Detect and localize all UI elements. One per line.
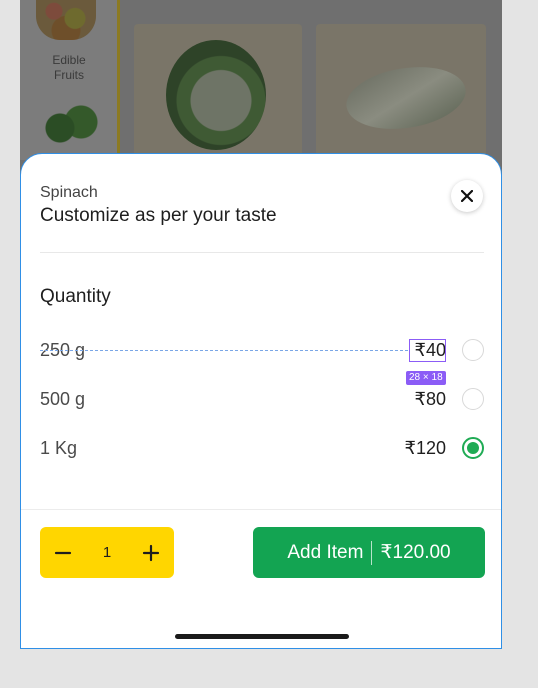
close-icon xyxy=(461,190,473,202)
add-item-label: Add Item xyxy=(287,541,364,563)
home-indicator xyxy=(175,634,349,639)
customize-bottom-sheet: Spinach Customize as per your taste Quan… xyxy=(20,153,502,649)
sidebar-active-indicator xyxy=(117,0,120,160)
quantity-stepper: 1 xyxy=(40,527,174,578)
endive-image xyxy=(341,56,471,140)
inspect-highlight-box xyxy=(409,339,446,362)
peas-image xyxy=(32,98,102,158)
product-card-endive[interactable] xyxy=(316,24,486,164)
minus-icon xyxy=(54,551,72,554)
sheet-title: Customize as per your taste xyxy=(40,205,277,226)
radio-button[interactable] xyxy=(462,388,484,410)
add-item-button[interactable]: Add Item ₹120.00 xyxy=(253,527,485,578)
quantity-section-label: Quantity xyxy=(40,286,111,307)
radio-button-selected[interactable] xyxy=(462,437,484,459)
option-name: 500 g xyxy=(40,389,86,409)
radio-button[interactable] xyxy=(462,339,484,361)
footer-divider xyxy=(21,509,501,510)
plus-icon xyxy=(142,544,160,561)
increment-button[interactable] xyxy=(140,542,162,564)
product-card-cabbage[interactable] xyxy=(134,24,302,164)
quantity-option-500g[interactable]: 500 g ₹80 xyxy=(40,385,484,413)
quantity-value: 1 xyxy=(102,544,112,561)
category-sidebar: Edible Fruits xyxy=(20,0,120,160)
option-price: ₹120 xyxy=(404,438,446,458)
dimension-badge: 28 × 18 xyxy=(406,371,446,385)
close-button[interactable] xyxy=(451,180,483,212)
option-name: 1 Kg xyxy=(40,438,78,458)
fruit-basket-image xyxy=(36,0,96,40)
option-price: ₹80 xyxy=(414,389,446,409)
measurement-guide-line xyxy=(40,350,408,351)
cabbage-image xyxy=(166,40,266,150)
button-separator xyxy=(371,540,373,565)
category-label[interactable]: Edible Fruits xyxy=(38,53,100,83)
decrement-button[interactable] xyxy=(52,542,74,564)
quantity-option-1kg[interactable]: 1 Kg ₹120 xyxy=(40,434,484,462)
phone-screen: Edible Fruits Spinach Customize as per y… xyxy=(20,0,502,649)
add-item-price: ₹120.00 xyxy=(380,542,451,563)
product-name: Spinach xyxy=(40,184,98,201)
divider xyxy=(40,252,484,253)
